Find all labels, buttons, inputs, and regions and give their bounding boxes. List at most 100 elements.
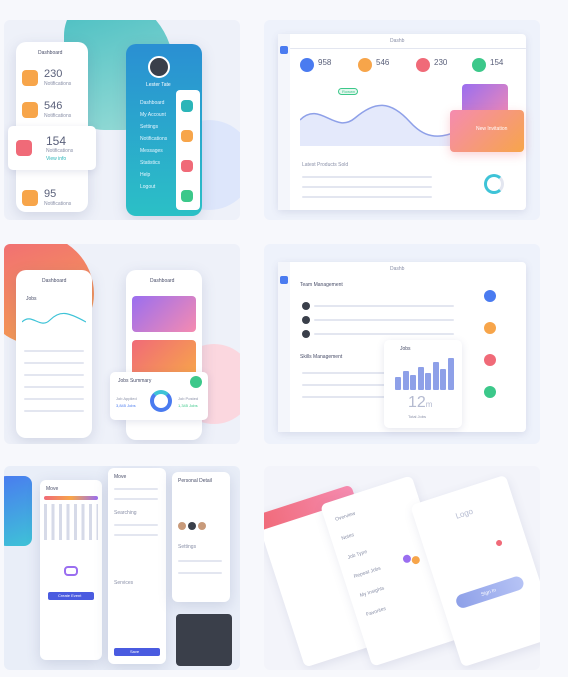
chart-pill: Rowwn [338,88,358,95]
create-event-label: Create Event [58,593,82,598]
preview-tile-web-dashboard[interactable]: Dashb 958 546 230 154 Rowwn Latest Produ… [264,20,540,220]
table-row [314,319,454,321]
jobs-line-chart [22,312,86,324]
stat-value: 958 [318,58,332,67]
preview-tile-tilted-screens[interactable]: Overview Notes Job Type Repeat Jobs My I… [264,466,540,670]
panel-icon-orange [181,130,193,142]
stat-icon-green [472,58,486,72]
list-item[interactable]: Overview [335,511,357,523]
menu-item[interactable]: Settings [140,124,158,130]
calendar-header [44,496,98,500]
jobs-bar [417,366,424,390]
header-title: Dashb [390,266,405,272]
gradient-card-purple[interactable] [132,296,196,332]
section-title: Skills Management [300,354,343,360]
jobs-bar [440,368,446,390]
list-screen: Move Searching Services Save [108,468,166,664]
sidebar [278,262,290,432]
list-row [178,572,222,574]
jobs-bar [402,370,409,390]
stat-icon-coral [484,354,496,366]
preview-tile-app-screens[interactable]: Move Create Event Move Searching Service… [4,466,240,670]
table-row [302,384,392,386]
header-title: Dashb [390,38,405,44]
purple-dot [401,553,412,564]
stat-icon-orange [484,322,496,334]
list-item[interactable]: My Insights [359,585,385,599]
list-item[interactable]: Notes [341,532,355,542]
stat-label: Notifications [44,201,72,207]
stat-label: Notifications [44,113,72,119]
tab-jobs[interactable]: Jobs [26,296,37,302]
floating-stat-card[interactable]: 154 Notifications View info [8,126,96,170]
blue-shape [4,476,32,546]
list-title: Move [114,474,127,480]
profile-screen: Personal Detail Settings [172,472,230,602]
stat-value: 154 [46,134,67,148]
popup-action-button[interactable] [190,376,202,388]
jobs-bar [432,362,439,390]
stat-icon-orange [22,102,38,118]
dark-card [176,614,232,666]
profile-title: Personal Detail [178,478,212,484]
list-item[interactable]: Job Type [347,549,368,561]
create-event-button[interactable]: Create Event [48,592,94,600]
divider [290,48,526,49]
list-row [114,498,158,500]
table-row [302,372,392,374]
phone-side-menu: Lester Tate Dashboard My Account Setting… [126,44,202,216]
list-item[interactable]: Repeat Jobs [353,566,382,580]
phone-title: Dashboard [42,278,67,284]
menu-item[interactable]: Statistics [140,160,160,166]
menu-item[interactable]: My Account [140,112,166,118]
job-applied-value: 3,845 Jobs [116,403,136,408]
avatar [302,316,310,324]
preview-tile-jobs-mobile[interactable]: Dashboard Jobs Dashboard Jobs Summary Jo… [4,244,240,444]
jobs-summary-popup[interactable]: Jobs Summary Job Applied 3,845 Jobs Job … [110,372,208,420]
jobs-bar [447,358,454,390]
job-posted-value: 1,345 Jobs [178,403,198,408]
panel-icon-coral [181,160,193,172]
stat-value: 230 [434,58,448,67]
invitation-card[interactable]: New Invitation [450,110,524,152]
menu-item[interactable]: Logout [140,184,155,190]
menu-item[interactable]: Messages [140,148,163,154]
stat-value: 230 [44,68,63,80]
summary-donut [150,390,172,412]
job-posted-label: Job Posted [178,396,199,401]
phone-title: Dashboard [38,50,63,56]
orange-dot [410,555,421,566]
stat-icon-coral [16,140,32,156]
list-item[interactable]: Favorites [365,606,386,618]
list-row [24,374,84,376]
menu-item[interactable]: Notifications [140,136,167,142]
phone-title: Dashboard [150,278,175,284]
home-icon[interactable] [280,276,288,284]
big-value-number: 12 [408,394,426,411]
gradient-card-orange[interactable] [132,340,196,376]
stat-icon-green [22,190,38,206]
list-section: Searching [114,510,137,516]
jobs-chart-card[interactable]: Jobs 12m Total Jobs [384,340,462,428]
preview-tile-mobile-dashboard[interactable]: Dashboard 230 Notifications 546 Notifica… [4,20,240,220]
login-button[interactable]: Sign In [454,574,526,610]
panel-icon-green [181,190,193,202]
table-row [314,333,454,335]
home-icon[interactable] [280,46,288,54]
list-row [114,488,158,490]
table-row [302,396,392,398]
chat-icon [64,566,78,576]
menu-item[interactable]: Help [140,172,150,178]
brand-logo: Logo [454,506,475,521]
preview-tile-team-management[interactable]: Dashb Team Management Skills Management … [264,244,540,444]
menu-item[interactable]: Dashboard [140,100,164,106]
save-button[interactable]: Save [114,648,160,656]
stat-icon-blue [300,58,314,72]
stat-icon-orange [22,70,38,86]
view-info-link[interactable]: View info [46,156,66,162]
list-row [114,534,158,536]
jobs-bar [410,375,416,390]
avatar [148,56,170,78]
big-value-caption: Total Jobs [408,414,427,419]
stat-value: 154 [490,58,504,67]
